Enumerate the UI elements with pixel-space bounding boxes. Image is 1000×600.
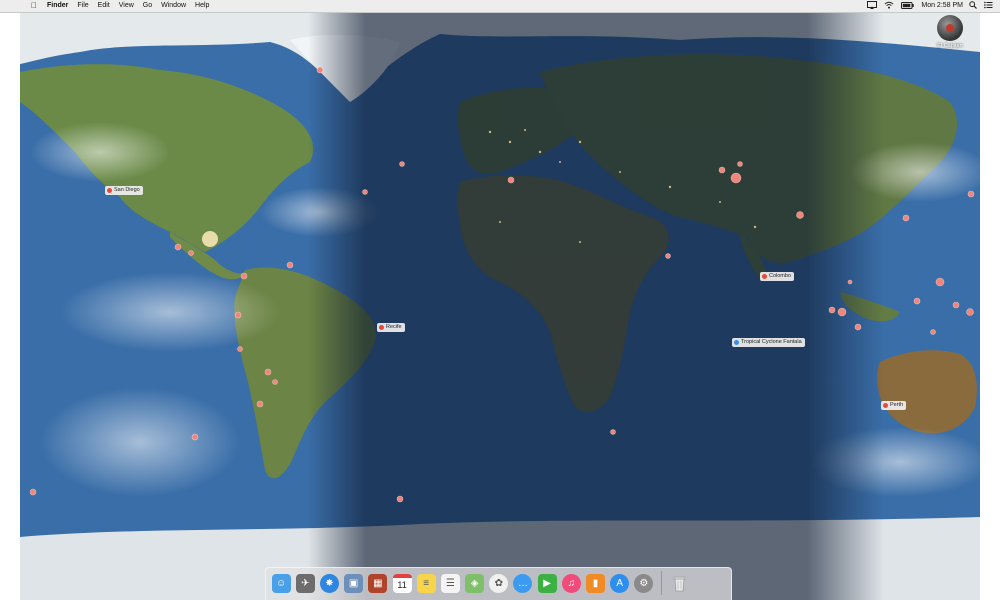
desktop-volume-icon[interactable]: El Capitan xyxy=(925,15,975,49)
place-label-colombo[interactable]: Colombo xyxy=(760,272,795,281)
place-name: Perth xyxy=(890,402,904,408)
compass-icon[interactable]: ✸ xyxy=(319,573,339,593)
notes-icon[interactable]: ≡ xyxy=(416,573,436,593)
world-map-graphic xyxy=(20,12,980,600)
music-note-icon[interactable]: ♫ xyxy=(561,573,581,593)
finder-icon[interactable]: ☺ xyxy=(271,573,291,593)
desktop: San Diego Recife Colombo Tropical Cyclon… xyxy=(0,0,1000,600)
volume-label: El Capitan xyxy=(937,43,963,49)
photo-booth-icon[interactable]: ▦ xyxy=(368,573,388,593)
place-label-cyclone[interactable]: Tropical Cyclone Fantala xyxy=(732,338,805,347)
facetime-icon[interactable]: ▶ xyxy=(537,573,557,593)
hard-drive-icon xyxy=(937,15,963,41)
menu-go[interactable]: Go xyxy=(143,0,152,12)
wifi-icon[interactable] xyxy=(884,1,894,11)
place-label-perth[interactable]: Perth xyxy=(881,401,907,410)
place-name: Tropical Cyclone Fantala xyxy=(741,339,802,345)
place-label-recife[interactable]: Recife xyxy=(377,323,405,332)
apple-logo-icon[interactable]:  xyxy=(30,0,38,12)
photo-icon[interactable]: ▣ xyxy=(344,573,364,593)
notification-center-icon[interactable] xyxy=(984,1,993,11)
reminders-icon[interactable]: ☰ xyxy=(440,573,460,593)
photos-icon[interactable]: ✿ xyxy=(489,573,509,593)
dock: ☺ ✈ ✸ ▣ ▦ 11 ≡ ☰ ◈ ✿… ▶ ♫ ▮ A ⚙ xyxy=(265,567,732,600)
menu-finder[interactable]: Finder xyxy=(47,0,68,12)
world-map[interactable]: San Diego Recife Colombo Tropical Cyclon… xyxy=(20,12,980,600)
trash-icon[interactable] xyxy=(670,574,689,593)
place-label-san-diego[interactable]: San Diego xyxy=(105,186,143,195)
dock-items: ☺ ✈ ✸ ▣ ▦ 11 ≡ ☰ ◈ ✿… ▶ ♫ ▮ A ⚙ xyxy=(269,570,691,596)
location-dot-icon xyxy=(883,403,888,408)
gear-icon[interactable]: ⚙ xyxy=(634,573,654,593)
menu-window[interactable]: Window xyxy=(161,0,186,12)
location-dot-icon xyxy=(762,274,767,279)
place-name: Recife xyxy=(386,324,402,330)
spotlight-icon[interactable] xyxy=(969,1,977,11)
menu-help[interactable]: Help xyxy=(195,0,209,12)
storm-spot xyxy=(202,231,218,247)
calendar-date: 11 xyxy=(397,579,407,590)
location-dot-icon xyxy=(379,325,384,330)
menu-edit[interactable]: Edit xyxy=(98,0,110,12)
menu-view[interactable]: View xyxy=(119,0,134,12)
location-dot-icon xyxy=(107,188,112,193)
dock-separator xyxy=(661,571,662,595)
place-name: San Diego xyxy=(114,187,140,193)
book-icon[interactable]: ▮ xyxy=(586,573,606,593)
battery-icon[interactable] xyxy=(901,1,915,11)
place-name: Colombo xyxy=(769,273,792,279)
menu-clock[interactable]: Mon 2:58 PM xyxy=(921,0,963,12)
map-icon[interactable]: ◈ xyxy=(465,573,485,593)
messages-icon[interactable]: … xyxy=(513,573,533,593)
menu-bar:  Finder File Edit View Go Window Help M… xyxy=(0,0,1000,13)
display-mirror-icon[interactable] xyxy=(867,1,878,11)
cyclone-icon xyxy=(734,340,739,345)
status-area: Mon 2:58 PM xyxy=(867,0,1000,12)
rocket-icon[interactable]: ✈ xyxy=(295,573,315,593)
night-shade xyxy=(20,12,980,600)
app-store-icon[interactable]: A xyxy=(610,573,630,593)
menu-file[interactable]: File xyxy=(77,0,88,12)
calendar-icon[interactable]: 11 xyxy=(392,573,412,593)
